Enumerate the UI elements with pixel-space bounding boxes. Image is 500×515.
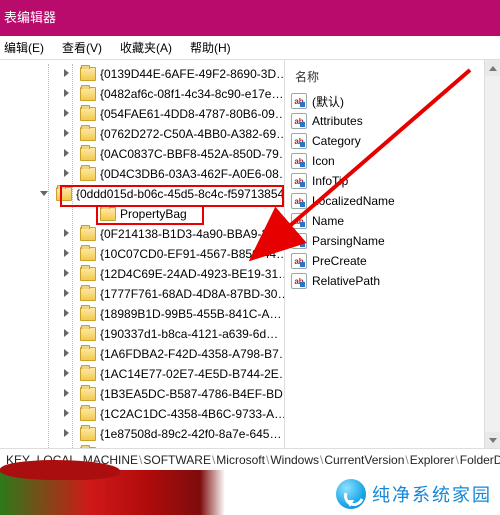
tree-item[interactable]: {1777F761-68AD-4D8A-87BD-30… [0,284,284,304]
window-titlebar: 表编辑器 [0,0,500,36]
workspace: {0139D44E-6AFE-49F2-8690-3D… {0482af6c-0… [0,60,500,448]
menu-edit[interactable]: 编辑(E) [4,39,44,56]
folder-icon [80,247,96,261]
regsz-icon: ab [291,193,307,209]
regsz-icon: ab [291,233,307,249]
folder-icon [56,187,72,201]
values-pane[interactable]: 名称 ab(默认) abAttributes abCategory abIcon… [285,60,500,448]
tree-item[interactable]: {1e87508d-89c2-42f0-8a7e-645… [0,424,284,444]
tree-item[interactable]: {0139D44E-6AFE-49F2-8690-3D… [0,64,284,84]
folder-icon [80,427,96,441]
tree-item[interactable]: {1B3EA5DC-B587-4786-B4EF-BD… [0,384,284,404]
tree-item[interactable]: {12D4C69E-24AD-4923-BE19-31… [0,264,284,284]
tree-item[interactable]: {0AC0837C-BBF8-452A-850D-79… [0,144,284,164]
regsz-icon: ab [291,173,307,189]
list-item[interactable]: abLocalizedName [291,191,500,211]
list-item[interactable]: abName [291,211,500,231]
tree-item-selected[interactable]: {0ddd015d-b06c-45d5-8c4c-f59713854639} [0,184,284,204]
folder-icon [80,147,96,161]
tree-item[interactable]: {10C07CD0-EF91-4567-B850-44… [0,244,284,264]
tree-item-label: {0ddd015d-b06c-45d5-8c4c-f59713854639} [76,187,284,201]
folder-icon [100,207,116,221]
watermark: 纯净系统家园 [336,479,492,509]
folder-icon [80,367,96,381]
tree-item[interactable]: {18989B1D-99B5-455B-841C-A… [0,304,284,324]
regsz-icon: ab [291,273,307,289]
folder-icon [80,87,96,101]
list-item[interactable]: abRelativePath [291,271,500,291]
list-item[interactable]: abInfoTip [291,171,500,191]
tree-item[interactable]: {0762D272-C50A-4BB0-A382-69… [0,124,284,144]
list-item[interactable]: abAttributes [291,111,500,131]
folder-icon [80,267,96,281]
folder-icon [80,387,96,401]
chevron-down-icon[interactable] [40,191,48,200]
column-header-name[interactable]: 名称 [291,64,500,91]
tree-item-label: PropertyBag [120,207,187,221]
window-title: 表编辑器 [4,2,56,34]
list-item[interactable]: abParsingName [291,231,500,251]
scroll-down-button[interactable] [485,432,500,448]
regsz-icon: ab [291,153,307,169]
tree-item[interactable]: {1AC14E77-02E7-4E5D-B744-2E… [0,364,284,384]
regsz-icon: ab [291,93,307,109]
menu-help[interactable]: 帮助(H) [190,39,231,56]
folder-icon [80,167,96,181]
regsz-icon: ab [291,213,307,229]
tree-item[interactable]: {0D4C3DB6-03A3-462F-A0E6-08… [0,164,284,184]
watermark-logo-icon [336,479,366,509]
folder-icon [80,127,96,141]
list-item[interactable]: abIcon [291,151,500,171]
tree-item[interactable]: {0482af6c-08f1-4c34-8c90-e17e… [0,84,284,104]
tree-pane[interactable]: {0139D44E-6AFE-49F2-8690-3D… {0482af6c-0… [0,60,285,448]
folder-icon [80,107,96,121]
tree-item[interactable]: {1A6FDBA2-F42D-4358-A798-B7… [0,344,284,364]
regsz-icon: ab [291,253,307,269]
regsz-icon: ab [291,133,307,149]
tree-item[interactable]: {054FAE61-4DD8-4787-80B6-09… [0,104,284,124]
regsz-icon: ab [291,113,307,129]
folder-icon [80,307,96,321]
tree-item[interactable]: {190337d1-b8ca-4121-a639-6d… [0,324,284,344]
folder-icon [80,287,96,301]
list-item[interactable]: abPreCreate [291,251,500,271]
list-item[interactable]: ab(默认) [291,91,500,111]
folder-icon [80,347,96,361]
tree-item[interactable]: {1C2AC1DC-4358-4B6C-9733-A… [0,404,284,424]
tree-item[interactable]: {0F214138-B1D3-4a90-BBA9-27… [0,224,284,244]
watermark-text: 纯净系统家园 [372,481,492,507]
folder-icon [80,67,96,81]
folder-icon [80,227,96,241]
menu-fav[interactable]: 收藏夹(A) [120,39,172,56]
folder-icon [80,407,96,421]
scroll-up-button[interactable] [485,60,500,76]
vertical-scrollbar[interactable] [484,60,500,448]
menu-view[interactable]: 查看(V) [62,39,102,56]
list-item[interactable]: abCategory [291,131,500,151]
folder-icon [80,327,96,341]
tree-item-child[interactable]: PropertyBag [0,204,284,224]
menubar: 编辑(E) 查看(V) 收藏夹(A) 帮助(H) [0,36,500,60]
